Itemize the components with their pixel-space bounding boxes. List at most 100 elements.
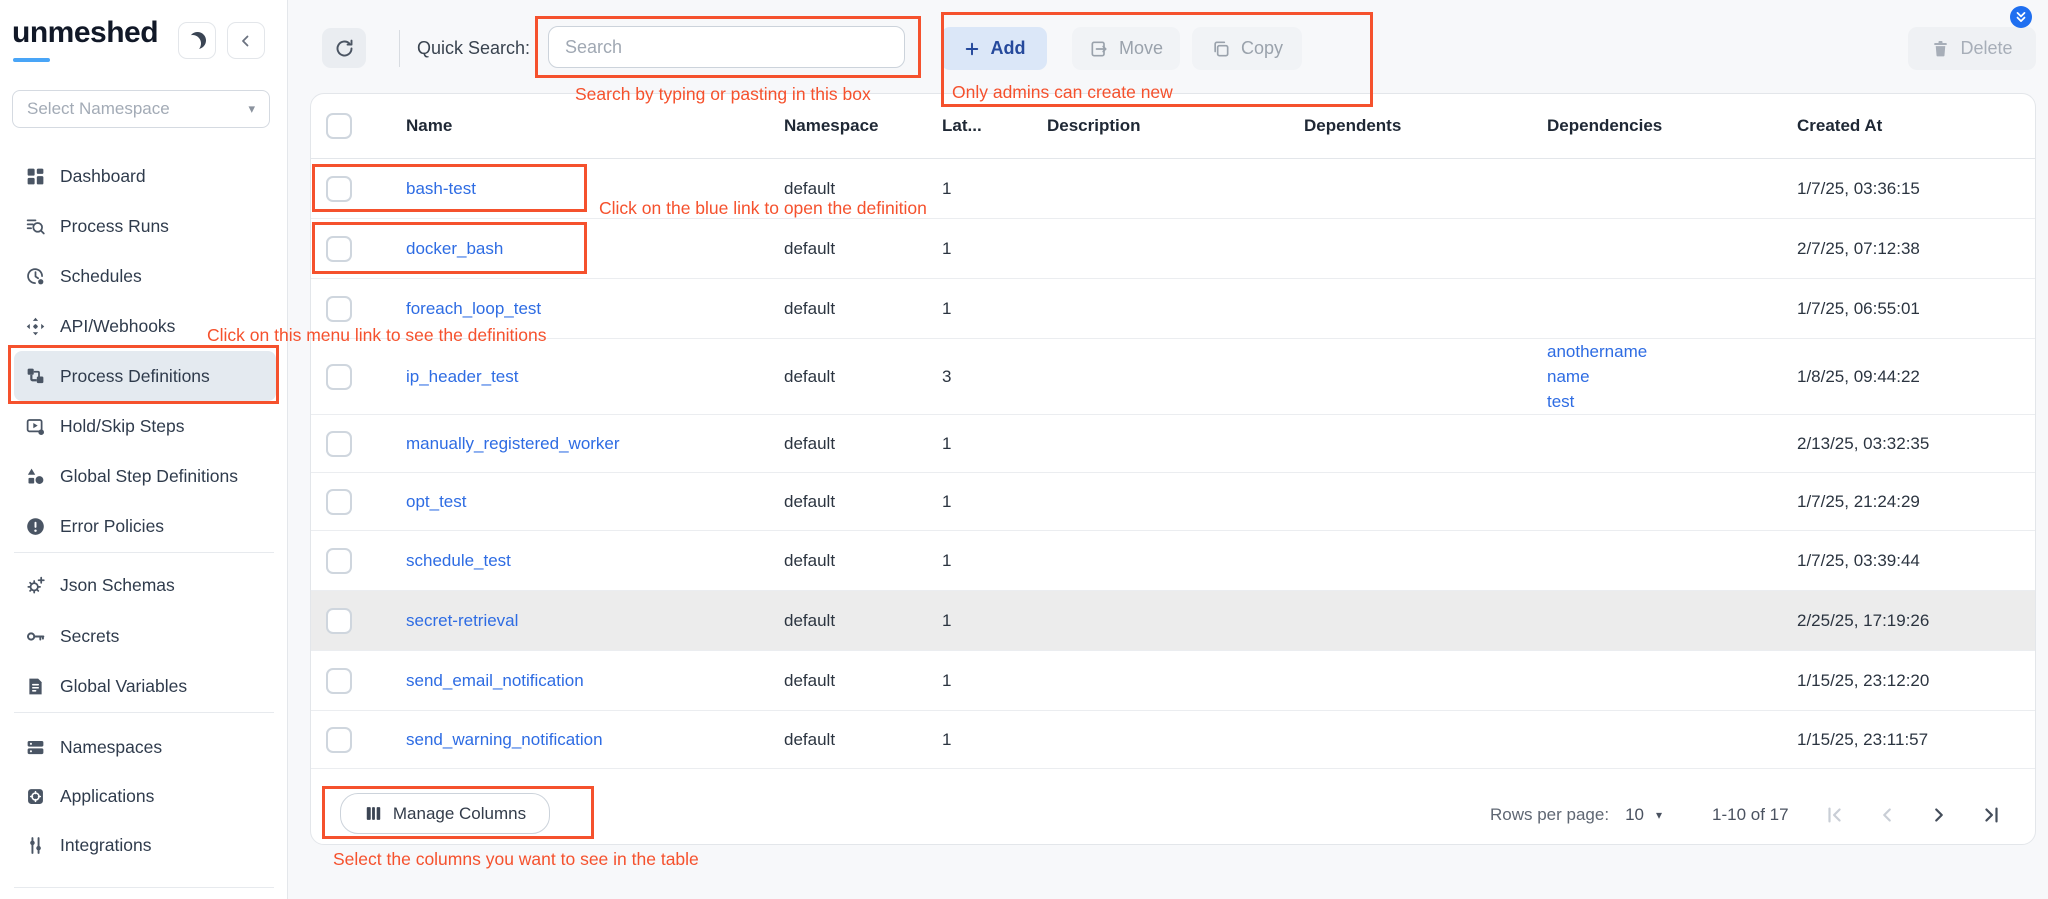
dashboard-icon [24,165,46,187]
definition-link[interactable]: send_email_notification [406,671,584,691]
sidebar-item-label: Dashboard [60,166,146,187]
cell-namespace: default [784,711,835,768]
sidebar-item-dashboard[interactable]: Dashboard [14,151,276,201]
row-checkbox-wrap [326,531,352,590]
sidebar-item-applications[interactable]: Applications [14,771,276,821]
sidebar-item-label: Secrets [60,626,119,647]
cell-namespace: default [784,473,835,530]
refresh-button[interactable] [322,28,366,68]
row-checkbox[interactable] [326,296,352,322]
sidebar-item-process-definitions[interactable]: Process Definitions [14,351,276,401]
notification-badge[interactable] [2010,6,2032,28]
row-checkbox[interactable] [326,431,352,457]
table-row[interactable]: schedule_testdefault11/7/25, 03:39:44 [311,531,2035,591]
row-checkbox[interactable] [326,364,352,390]
chevron-down-icon: ▾ [248,101,255,117]
cell-latest-version: 1 [942,473,951,530]
column-header-description: Description [1047,94,1141,158]
json-schemas-icon [24,574,46,596]
sidebar-item-secrets[interactable]: Secrets [14,611,276,661]
sidebar-item-integrations[interactable]: Integrations [14,820,276,870]
integrations-icon [24,834,46,856]
row-checkbox[interactable] [326,176,352,202]
sidebar-item-json-schemas[interactable]: Json Schemas [14,560,276,610]
definition-link[interactable]: docker_bash [406,239,503,259]
search-input[interactable] [548,26,905,68]
delete-button[interactable]: Delete [1908,27,2036,70]
sidebar-item-namespaces[interactable]: Namespaces [14,722,276,772]
table-row[interactable]: bash-testdefault11/7/25, 03:36:15 [311,159,2035,219]
cell-namespace: default [784,339,835,414]
row-checkbox[interactable] [326,548,352,574]
moon-icon [189,32,206,49]
row-checkbox-wrap [326,651,352,710]
move-button[interactable]: Move [1072,27,1180,70]
sidebar-item-schedules[interactable]: Schedules [14,251,276,301]
move-icon [1089,39,1109,59]
sidebar-item-error-policies[interactable]: Error Policies [14,501,276,551]
last-page-button[interactable] [1979,803,2003,827]
row-checkbox-wrap [326,339,352,414]
table-row[interactable]: manually_registered_workerdefault12/13/2… [311,415,2035,473]
row-checkbox[interactable] [326,236,352,262]
table-row[interactable]: docker_bashdefault12/7/25, 07:12:38 [311,219,2035,279]
dependency-link[interactable]: name [1547,364,1590,389]
dependency-link[interactable]: test [1547,389,1574,414]
annotation-columns-tip: Select the columns you want to see in th… [333,849,699,870]
schedules-icon [24,265,46,287]
dark-mode-toggle[interactable] [178,22,216,59]
table-row[interactable]: send_email_notificationdefault11/15/25, … [311,651,2035,711]
manage-columns-button[interactable]: Manage Columns [340,793,550,834]
table-row[interactable]: ip_header_testdefault3anothernamenametes… [311,339,2035,415]
cell-created-at: 2/25/25, 17:19:26 [1797,591,1929,650]
definition-link[interactable]: schedule_test [406,551,511,571]
table-row[interactable]: secret-retrievaldefault12/25/25, 17:19:2… [311,591,2035,651]
definition-link[interactable]: ip_header_test [406,367,518,387]
row-checkbox[interactable] [326,727,352,753]
cell-namespace: default [784,591,835,650]
toolbar-divider [399,30,400,67]
row-checkbox[interactable] [326,489,352,515]
add-button[interactable]: Add [941,27,1047,70]
plus-icon [963,40,981,58]
cell-namespace: default [784,415,835,472]
next-page-button[interactable] [1927,803,1951,827]
rows-per-page-label: Rows per page: [1490,805,1609,825]
table-row[interactable]: send_warning_notificationdefault11/15/25… [311,711,2035,769]
sidebar-item-global-step-definitions[interactable]: Global Step Definitions [14,451,276,501]
previous-page-button[interactable] [1875,803,1899,827]
definition-link[interactable]: send_warning_notification [406,730,603,750]
dependency-link[interactable]: anothername [1547,339,1647,364]
sidebar-divider [14,712,274,713]
process-definitions-icon [24,365,46,387]
definition-link[interactable]: manually_registered_worker [406,434,620,454]
definition-link[interactable]: secret-retrieval [406,611,518,631]
last-page-icon [1980,804,2002,826]
namespace-select-placeholder: Select Namespace [27,99,170,119]
rows-per-page-value[interactable]: 10 [1625,805,1644,825]
row-checkbox[interactable] [326,608,352,634]
table-row[interactable]: opt_testdefault11/7/25, 21:24:29 [311,473,2035,531]
sidebar-collapse-button[interactable] [227,22,265,59]
column-header-created-at: Created At [1797,94,1882,158]
namespaces-icon [24,736,46,758]
select-all-checkbox[interactable] [326,113,352,139]
definition-link[interactable]: bash-test [406,179,476,199]
rows-per-page-caret-icon[interactable]: ▾ [1656,808,1662,822]
sidebar-item-process-runs[interactable]: Process Runs [14,201,276,251]
table-row[interactable]: foreach_loop_testdefault11/7/25, 06:55:0… [311,279,2035,339]
namespace-select[interactable]: Select Namespace ▾ [12,90,270,128]
sidebar-item-api-webhooks[interactable]: API/Webhooks [14,301,276,351]
sidebar-item-label: Schedules [60,266,142,287]
row-checkbox[interactable] [326,668,352,694]
copy-button[interactable]: Copy [1192,27,1302,70]
definition-link[interactable]: opt_test [406,492,467,512]
row-checkbox-wrap [326,279,352,338]
definition-link[interactable]: foreach_loop_test [406,299,541,319]
double-chevron-down-icon [2014,10,2028,24]
first-page-button[interactable] [1823,803,1847,827]
sidebar-item-label: Process Runs [60,216,169,237]
sidebar-item-hold-skip-steps[interactable]: Hold/Skip Steps [14,401,276,451]
cell-latest-version: 1 [942,279,951,338]
sidebar-item-global-variables[interactable]: Global Variables [14,661,276,711]
